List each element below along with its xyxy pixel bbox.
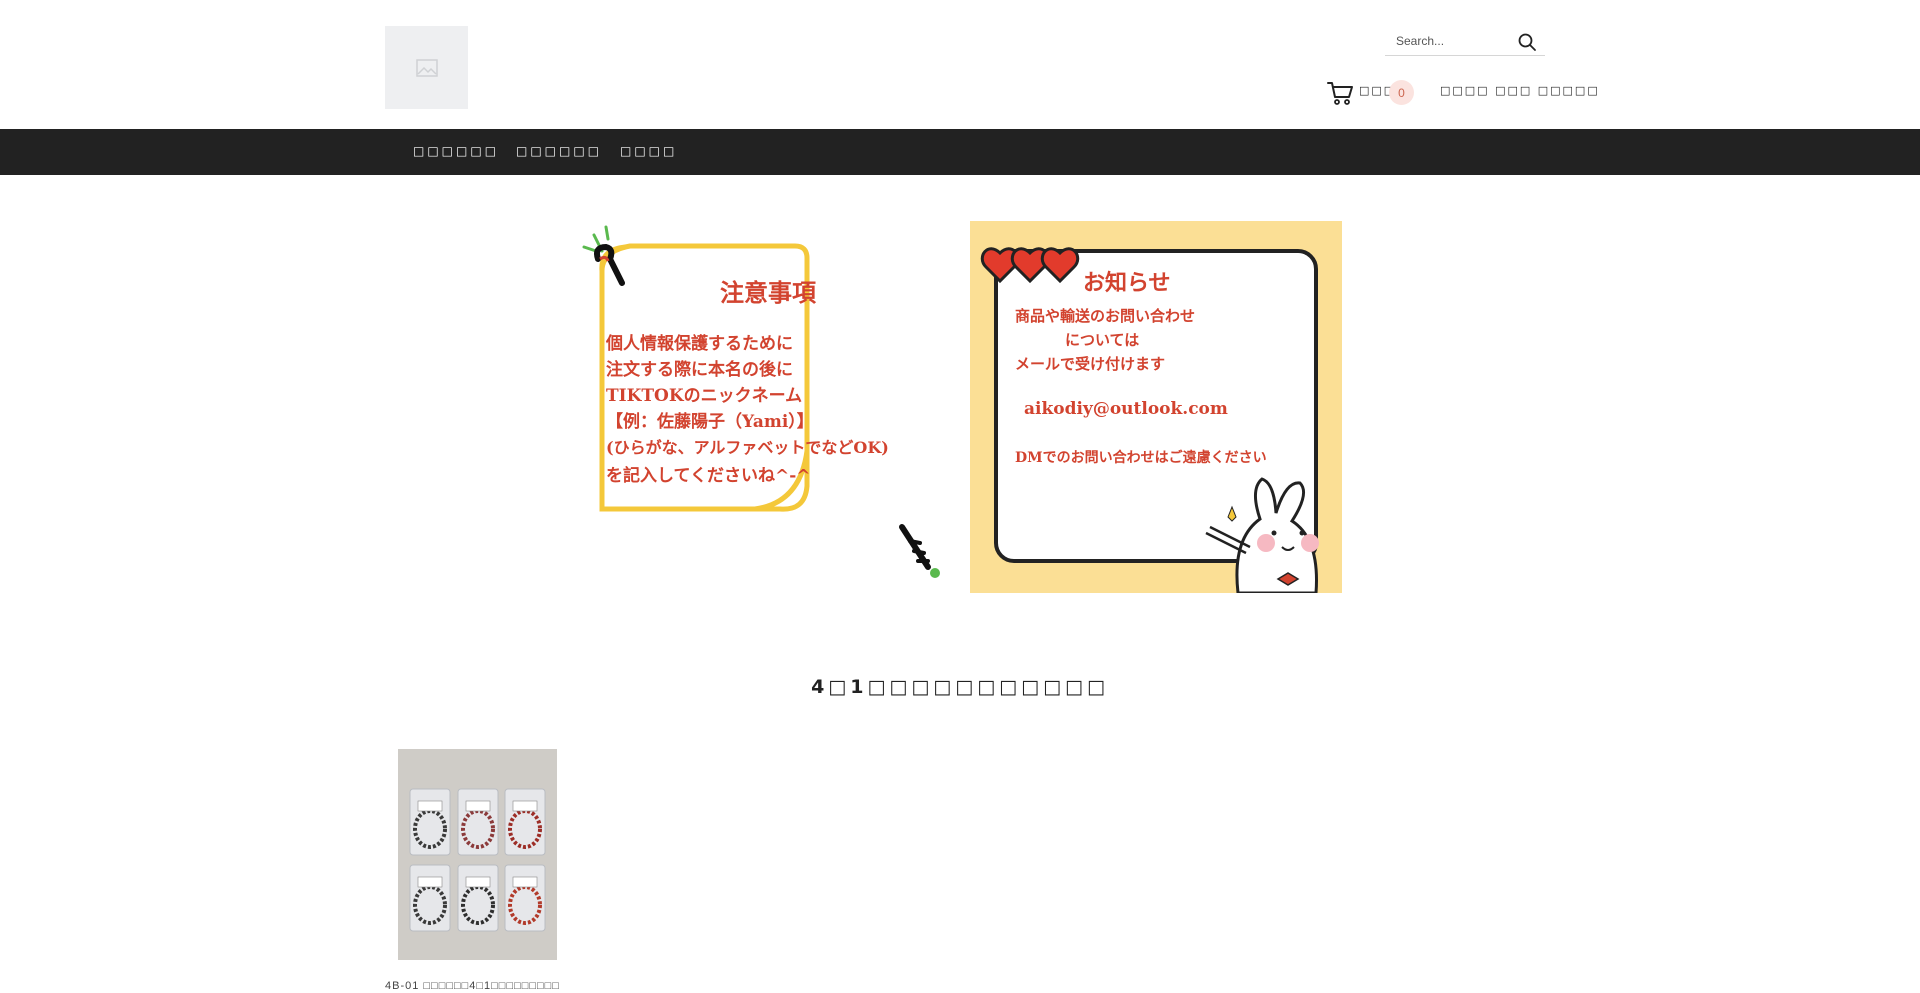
notice-banner-contact[interactable]: お知らせ 商品や輸送のお問い合わせ については メールで受け付けます aikod… [970, 221, 1342, 593]
image-placeholder-icon [415, 58, 438, 77]
product-photo-graphic [398, 749, 557, 960]
caution-line-4: 【例：佐藤陽子（Yami）】 [606, 412, 814, 432]
product-card[interactable]: 4B-01 □□□□□□4□1□□□□□□□□□ [385, 748, 585, 993]
caution-line-2: 注文する際に本名の後に [606, 360, 793, 380]
product-image[interactable] [398, 749, 557, 960]
main-navigation: □□□□□□ □□□□□□ □□□□ [0, 129, 1920, 175]
contact-email: aikodiy@outlook.com [1024, 399, 1228, 419]
contact-title: お知らせ [1083, 270, 1171, 296]
caution-line-5: (ひらがな、アルファベットでなどOK) [606, 438, 889, 457]
contact-line-3: メールで受け付けます [1015, 355, 1166, 373]
contact-line-2: については [1065, 331, 1140, 349]
caution-line-6: を記入してくださいね^-^ [606, 466, 811, 486]
nav-item-2[interactable]: □□□□□□ [516, 144, 602, 158]
contact-line-5: DMでのお問い合わせはご遠慮ください [1015, 450, 1267, 466]
nav-item-3[interactable]: □□□□ [620, 144, 677, 158]
collection-title: 4□1□□□□□□□□□□□ [811, 676, 1109, 698]
contact-line-1: 商品や輸送のお問い合わせ [1015, 307, 1196, 325]
account-link[interactable]: □□□□ □□□ □□□□□ [1440, 84, 1600, 97]
site-header: □□□ 0 □□□□ □□□ □□□□□ [0, 0, 1920, 129]
caution-line-3: TIKTOKのニックネーム [606, 386, 803, 406]
hearts-graphic [980, 247, 1080, 284]
cart-icon[interactable] [1326, 79, 1354, 107]
product-title[interactable]: 4B-01 □□□□□□4□1□□□□□□□□□ [385, 980, 560, 992]
search-input[interactable] [1385, 30, 1513, 52]
search-icon[interactable] [1517, 32, 1537, 52]
notice-banner-caution[interactable]: 注意事項 個人情報保護するために 注文する際に本名の後に TIKTOKのニックネ… [580, 221, 952, 593]
caution-title: 注意事項 [720, 278, 816, 307]
nav-item-1[interactable]: □□□□□□ [413, 144, 499, 158]
caution-line-1: 個人情報保護するために [606, 334, 793, 354]
cart-count-badge: 0 [1389, 80, 1414, 105]
shop-logo[interactable] [385, 26, 468, 109]
